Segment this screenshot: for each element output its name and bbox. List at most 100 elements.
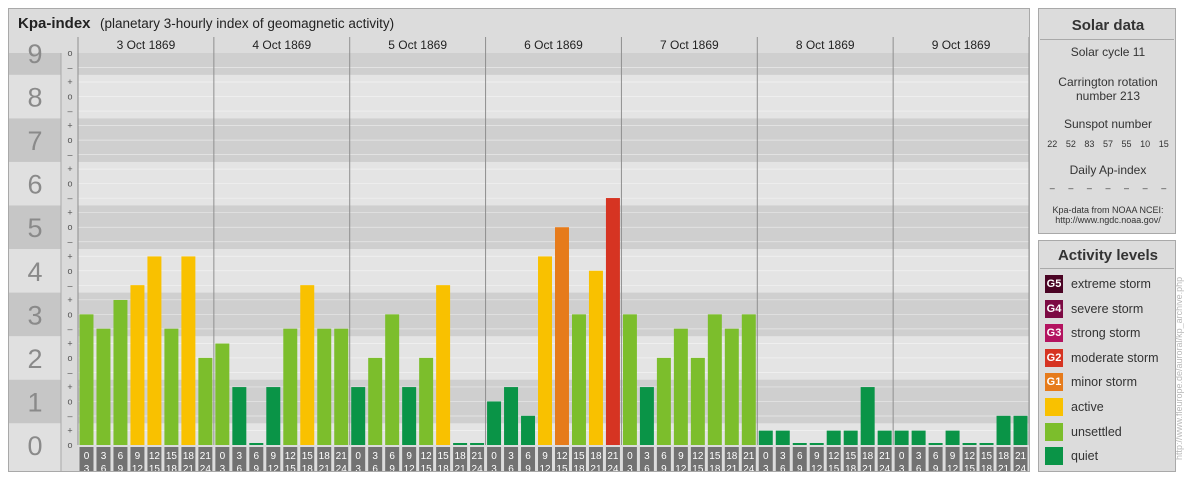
interval-start-label: 15 (302, 451, 314, 462)
kp-bar (826, 430, 841, 445)
interval-start-label: 12 (149, 451, 161, 462)
kp-bar (707, 314, 722, 445)
day-label: 7 Oct 1869 (660, 38, 719, 52)
sunspot-title: Sunspot number (1063, 117, 1153, 131)
y-subtick-label: + (67, 121, 72, 131)
y-subtick-label: o (67, 179, 72, 189)
interval-start-label: 12 (556, 451, 568, 462)
sunspot-value: 83 (1084, 139, 1095, 149)
interval-end-label: 21 (183, 464, 195, 471)
interval-end-label: 24 (1015, 464, 1027, 471)
interval-start-label: 9 (271, 451, 277, 462)
interval-end-label: 21 (726, 464, 738, 471)
legend-label: minor storm (1071, 375, 1137, 390)
interval-end-label: 15 (149, 464, 161, 471)
interval-start-label: 18 (590, 451, 602, 462)
interval-start-label: 18 (862, 451, 874, 462)
y-subtick-label: o (67, 48, 72, 58)
interval-start-label: 6 (118, 451, 124, 462)
ap-index-value: – (1142, 183, 1148, 193)
kp-bar (300, 285, 315, 445)
y-tick-label: 2 (27, 344, 42, 374)
legend-swatch (1045, 422, 1063, 441)
interval-start-label: 0 (355, 451, 361, 462)
legend-swatch: G1 (1045, 373, 1063, 392)
y-subtick-label: – (67, 150, 72, 160)
kp-bar (504, 387, 519, 445)
interval-end-label: 9 (933, 464, 939, 471)
y-tick-label: 0 (27, 431, 42, 461)
legend-label: unsettled (1071, 424, 1122, 439)
kp-bar (979, 443, 994, 445)
source-line2: http://www.ngdc.noaa.gov/ (1055, 215, 1161, 225)
interval-start-label: 6 (254, 451, 260, 462)
interval-end-label: 21 (998, 464, 1010, 471)
interval-start-label: 18 (998, 451, 1010, 462)
kp-bar (419, 357, 434, 445)
legend-swatch: G3 (1045, 324, 1063, 343)
kp-bar (334, 328, 349, 445)
interval-end-label: 9 (661, 464, 667, 471)
kp-bar (113, 299, 128, 445)
kp-bar (656, 357, 671, 445)
interval-start-label: 15 (845, 451, 857, 462)
interval-start-label: 0 (84, 451, 90, 462)
day-label: 5 Oct 1869 (388, 38, 447, 52)
interval-start-label: 18 (183, 451, 195, 462)
day-label: 8 Oct 1869 (796, 38, 855, 52)
interval-start-label: 3 (237, 451, 243, 462)
y-subtick-label: – (67, 106, 72, 116)
y-subtick-label: + (67, 425, 72, 435)
y-tick-label: 8 (27, 83, 42, 113)
interval-start-label: 12 (964, 451, 976, 462)
kp-bar (283, 328, 298, 445)
interval-start-label: 0 (491, 451, 497, 462)
kp-bar (198, 357, 213, 445)
interval-start-label: 0 (899, 451, 905, 462)
kp-bar (538, 256, 552, 445)
interval-start-label: 3 (644, 451, 650, 462)
kp-bar (928, 443, 943, 445)
interval-end-label: 12 (947, 464, 959, 471)
kp-bar (673, 328, 688, 445)
interval-start-label: 6 (797, 451, 803, 462)
y-subtick-label: + (67, 208, 72, 218)
interval-start-label: 15 (573, 451, 585, 462)
y-subtick-label: o (67, 266, 72, 276)
interval-end-label: 3 (355, 464, 361, 471)
kp-bar (317, 328, 332, 445)
interval-start-label: 9 (135, 451, 141, 462)
interval-start-label: 3 (508, 451, 514, 462)
interval-end-label: 6 (916, 464, 922, 471)
interval-end-label: 6 (780, 464, 786, 471)
interval-end-label: 15 (285, 464, 297, 471)
interval-start-label: 3 (372, 451, 378, 462)
kp-bar (911, 430, 926, 445)
day-label: 3 Oct 1869 (117, 38, 176, 52)
interval-end-label: 15 (692, 464, 704, 471)
y-subtick-label: – (67, 237, 72, 247)
interval-start-label: 9 (678, 451, 684, 462)
kp-bar (130, 285, 145, 445)
interval-start-label: 21 (743, 451, 755, 462)
y-tick-label: 1 (27, 387, 42, 417)
legend-swatch (1045, 398, 1063, 416)
ap-index-values: – – – – – – – (1043, 183, 1173, 193)
y-subtick-label: – (67, 193, 72, 203)
kp-bar (521, 415, 536, 445)
kp-bar (571, 314, 586, 445)
chart-subtitle: (planetary 3-hourly index of geomagnetic… (100, 16, 395, 31)
interval-start-label: 15 (981, 451, 993, 462)
kp-bar (487, 401, 502, 445)
interval-end-label: 24 (607, 464, 619, 471)
interval-end-label: 15 (421, 464, 433, 471)
y-subtick-label: o (67, 353, 72, 363)
y-tick-label: 4 (27, 257, 42, 287)
interval-start-label: 0 (763, 451, 769, 462)
interval-end-label: 15 (964, 464, 976, 471)
source-line1: Kpa-data from NOAA NCEI: (1052, 205, 1164, 215)
activity-levels-panel: Activity levels G5 extreme storm G4 severe … (1038, 240, 1176, 472)
y-subtick-label: o (67, 222, 72, 232)
interval-end-label: 24 (200, 464, 212, 471)
carrington-line2: number 213 (1075, 89, 1141, 103)
